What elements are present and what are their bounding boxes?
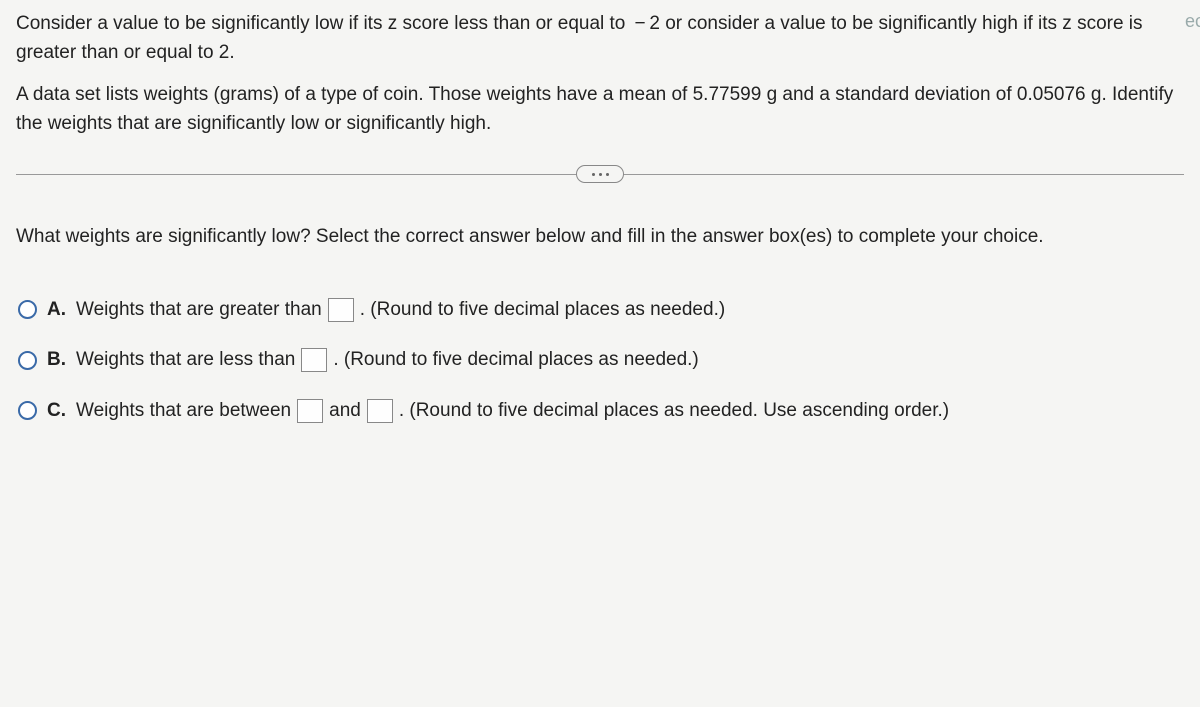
choice-a-pre: Weights that are greater than [76,296,322,325]
ellipsis-icon [592,173,609,176]
choice-a-input[interactable] [328,298,354,322]
question-text: What weights are significantly low? Sele… [16,223,1184,252]
choice-a-letter: A. [47,296,66,325]
choice-b-pre: Weights that are less than [76,346,295,375]
choice-b-input[interactable] [301,348,327,372]
choice-c-pre: Weights that are between [76,397,291,426]
choice-c: C. Weights that are between and . (Round… [18,397,1184,426]
choice-c-input-1[interactable] [297,399,323,423]
choice-c-post: . (Round to five decimal places as neede… [399,397,949,426]
radio-b[interactable] [18,351,37,370]
choice-a-post: . (Round to five decimal places as neede… [360,296,725,325]
choice-b-letter: B. [47,346,66,375]
section-divider [16,174,1184,175]
context-text: A data set lists weights (grams) of a ty… [16,81,1184,138]
expand-pill[interactable] [576,165,624,183]
choice-a: A. Weights that are greater than . (Roun… [18,296,1184,325]
choice-c-input-2[interactable] [367,399,393,423]
edge-fragment: ec [1185,8,1200,35]
choice-c-letter: C. [47,397,66,426]
radio-a[interactable] [18,300,37,319]
radio-c[interactable] [18,401,37,420]
choice-c-mid: and [329,397,361,426]
intro-text: Consider a value to be significantly low… [16,10,1184,67]
choice-b: B. Weights that are less than . (Round t… [18,346,1184,375]
choice-b-post: . (Round to five decimal places as neede… [333,346,698,375]
